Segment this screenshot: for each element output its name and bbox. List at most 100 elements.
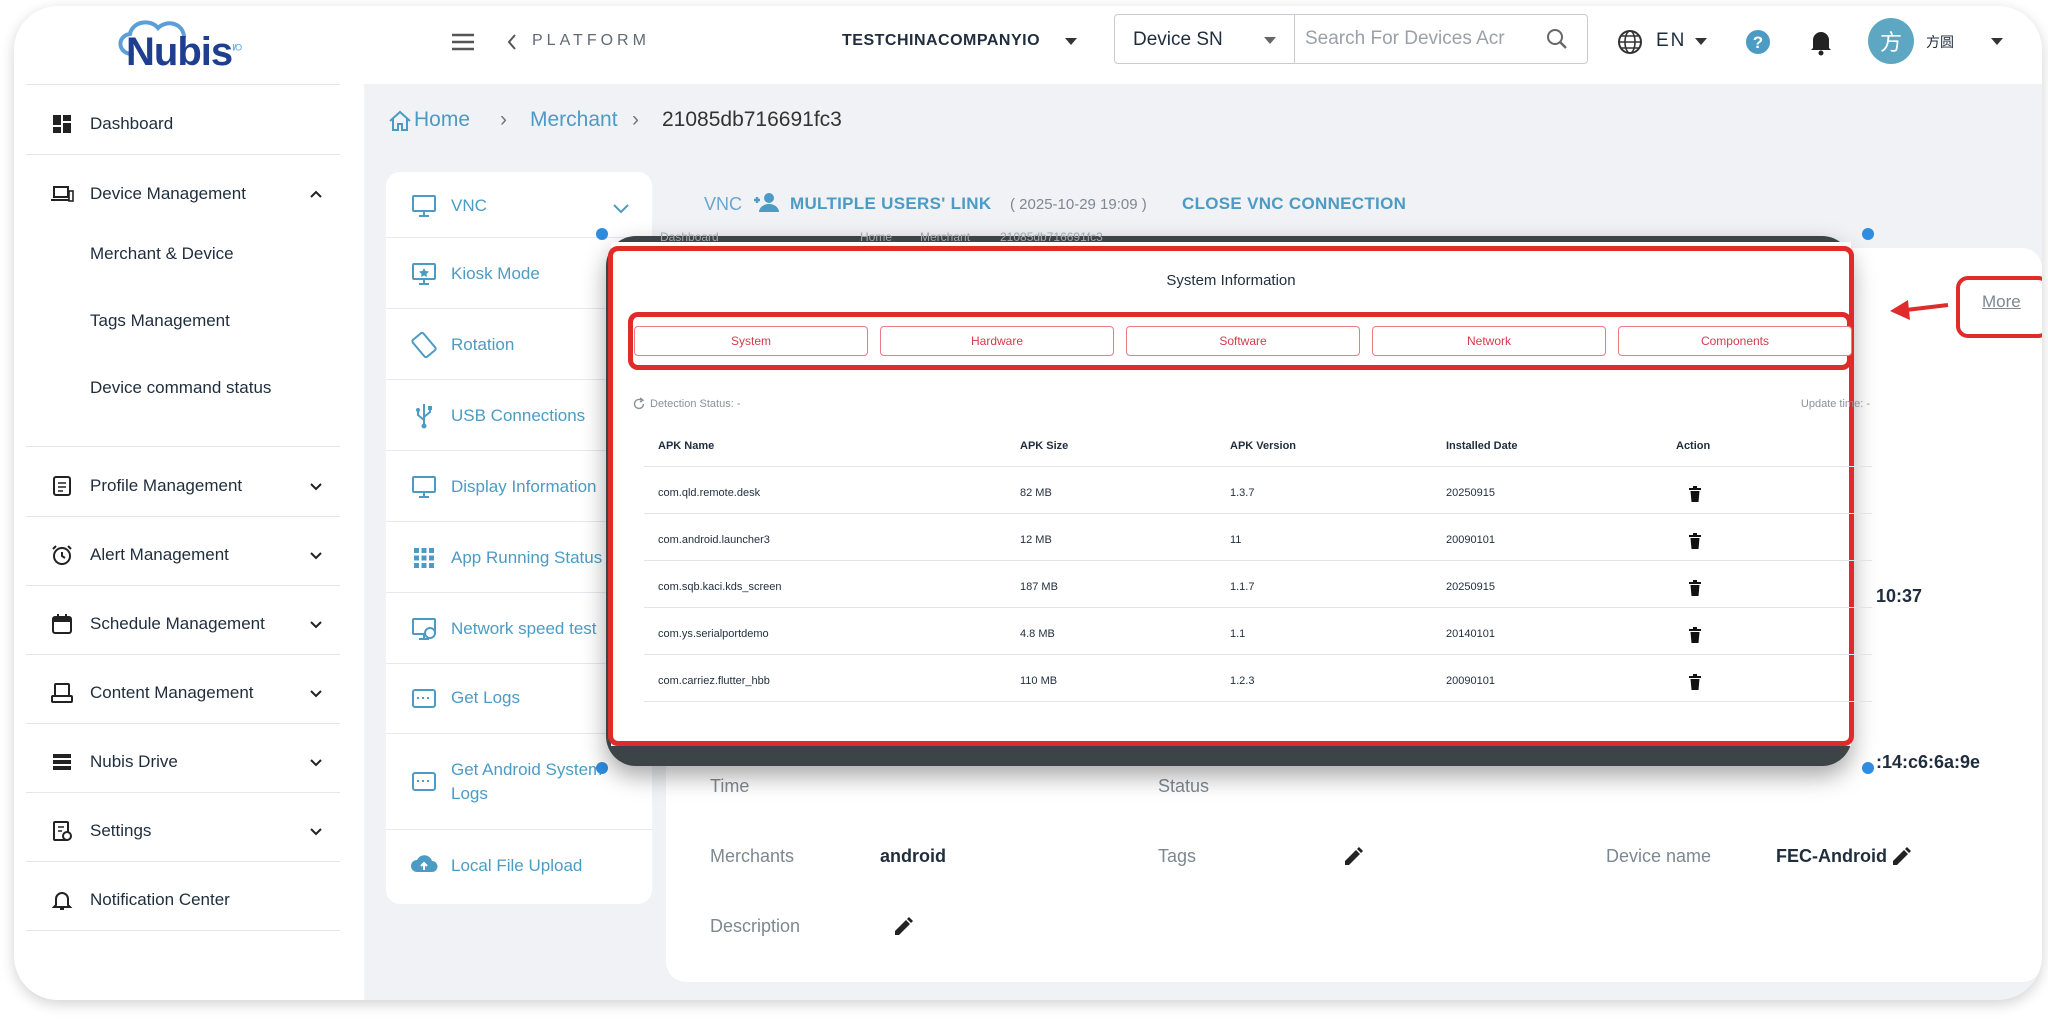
sidebar-subitem-device-command-status[interactable]: Device command status bbox=[90, 378, 271, 398]
avatar[interactable]: 方 bbox=[1868, 18, 1914, 64]
resize-handle[interactable] bbox=[1862, 762, 1874, 774]
menu-item-label: VNC bbox=[451, 196, 487, 215]
chevron-down-icon[interactable] bbox=[306, 476, 326, 496]
apk-version-cell: 1.1.7 bbox=[1230, 581, 1255, 593]
refresh-icon[interactable] bbox=[632, 397, 646, 411]
device-name-label: Device name bbox=[1606, 846, 1712, 866]
apk-size-cell: 187 MB bbox=[1020, 581, 1058, 593]
description-label: Description bbox=[710, 916, 801, 936]
search-input[interactable] bbox=[1305, 23, 1535, 55]
company-selector[interactable]: TESTCHINACOMPANYIO bbox=[842, 32, 1040, 50]
tab-network[interactable]: Network bbox=[1372, 326, 1606, 356]
delete-icon[interactable] bbox=[1688, 627, 1702, 643]
column-header-apk-size: APK Size bbox=[1020, 440, 1069, 452]
device-search: Device SN bbox=[1114, 14, 1588, 64]
devices-icon bbox=[51, 186, 74, 202]
alarm-icon bbox=[52, 545, 72, 565]
device-name-value: FEC-Android bbox=[1776, 846, 1887, 866]
menu-item-label: Rotation bbox=[451, 335, 515, 354]
search-icon[interactable] bbox=[1545, 27, 1569, 51]
ghost-home: Home bbox=[860, 230, 893, 244]
sidebar-item-settings[interactable]: Settings bbox=[26, 809, 340, 853]
sidebar-subitem-merchant-device[interactable]: Merchant & Device bbox=[90, 244, 234, 264]
chevron-down-icon[interactable] bbox=[306, 752, 326, 772]
caret-down-icon[interactable] bbox=[1064, 36, 1078, 46]
language-selector[interactable]: EN bbox=[1656, 30, 1686, 52]
close-vnc-button[interactable]: CLOSE VNC CONNECTION bbox=[1182, 194, 1406, 214]
caret-down-icon bbox=[1264, 37, 1276, 44]
sidebar-item-schedule-management[interactable]: Schedule Management bbox=[26, 602, 340, 646]
ghost-merchant: Merchant bbox=[920, 230, 971, 244]
breadcrumb-home[interactable]: Home bbox=[414, 108, 470, 132]
apps-grid-icon bbox=[414, 548, 434, 568]
delete-icon[interactable] bbox=[1688, 533, 1702, 549]
divider bbox=[26, 654, 340, 655]
chevron-down-icon[interactable] bbox=[306, 545, 326, 565]
edit-device-name-icon[interactable] bbox=[1890, 846, 1912, 868]
sidebar-item-nubis-drive[interactable]: Nubis Drive bbox=[26, 740, 340, 784]
sidebar-subitem-tags-management[interactable]: Tags Management bbox=[90, 311, 230, 331]
tab-components[interactable]: Components bbox=[1618, 326, 1852, 356]
menu-item-local-file-upload[interactable]: Local File Upload bbox=[386, 830, 652, 902]
tab-hardware[interactable]: Hardware bbox=[880, 326, 1114, 356]
vnc-timestamp: ( 2025-10-29 19:09 ) bbox=[1010, 196, 1147, 213]
sidebar-item-dashboard[interactable]: Dashboard bbox=[26, 102, 340, 146]
divider bbox=[26, 154, 340, 155]
search-type-select[interactable]: Device SN bbox=[1115, 15, 1295, 63]
resize-handle[interactable] bbox=[596, 762, 608, 774]
apk-version-cell: 1.1 bbox=[1230, 628, 1246, 640]
table-divider bbox=[644, 466, 1872, 467]
apk-size-cell: 110 MB bbox=[1020, 675, 1058, 687]
divider bbox=[26, 723, 340, 724]
chevron-up-icon[interactable] bbox=[306, 184, 326, 204]
help-icon[interactable]: ? bbox=[1744, 28, 1772, 56]
chevron-down-icon[interactable] bbox=[306, 683, 326, 703]
profile-icon bbox=[53, 476, 71, 496]
breadcrumb-merchant[interactable]: Merchant bbox=[530, 108, 618, 132]
globe-icon[interactable] bbox=[1616, 28, 1644, 56]
calendar-icon bbox=[52, 614, 72, 634]
divider bbox=[26, 516, 340, 517]
multiple-users-icon[interactable] bbox=[750, 190, 782, 214]
edit-description-icon[interactable] bbox=[892, 916, 914, 938]
installed-date-cell: 20090101 bbox=[1446, 534, 1495, 546]
sidebar-item-notification-center[interactable]: Notification Center bbox=[26, 878, 340, 922]
resize-handle[interactable] bbox=[1862, 228, 1874, 240]
sidebar-item-profile-management[interactable]: Profile Management bbox=[26, 464, 340, 508]
apk-name-cell: com.ys.serialportdemo bbox=[658, 628, 769, 640]
home-icon[interactable] bbox=[388, 110, 412, 132]
apk-version-cell: 1.3.7 bbox=[1230, 487, 1255, 499]
delete-icon[interactable] bbox=[1688, 674, 1702, 690]
multiple-users-link[interactable]: MULTIPLE USERS' LINK bbox=[790, 194, 991, 214]
sidebar-item-device-management[interactable]: Device Management bbox=[26, 172, 340, 216]
mac-value-partial: :14:c6:6a:9e bbox=[1876, 752, 1981, 772]
installed-date-cell: 20090101 bbox=[1446, 675, 1495, 687]
arrow-left-icon bbox=[1890, 300, 1949, 320]
chevron-left-icon[interactable] bbox=[504, 32, 520, 52]
chevron-down-icon[interactable] bbox=[306, 821, 326, 841]
chevron-down-icon[interactable] bbox=[612, 202, 630, 216]
tab-system[interactable]: System bbox=[634, 326, 868, 356]
delete-icon[interactable] bbox=[1688, 486, 1702, 502]
menu-icon[interactable] bbox=[450, 32, 476, 52]
sidebar-item-label: Nubis Drive bbox=[90, 752, 178, 771]
divider bbox=[26, 861, 340, 862]
resize-handle[interactable] bbox=[596, 228, 608, 240]
delete-icon[interactable] bbox=[1688, 580, 1702, 596]
usb-icon bbox=[416, 404, 432, 429]
sidebar-item-content-management[interactable]: Content Management bbox=[26, 671, 340, 715]
username[interactable]: 方圆 bbox=[1926, 32, 1954, 52]
sidebar-item-alert-management[interactable]: Alert Management bbox=[26, 533, 340, 577]
menu-item-vnc[interactable]: VNC bbox=[386, 172, 652, 238]
sidebar: NubisI/O Dashboard Device Management Mer… bbox=[14, 6, 364, 1000]
caret-down-icon[interactable] bbox=[1694, 36, 1708, 46]
sidebar-item-label: Notification Center bbox=[90, 890, 230, 909]
menu-item-label: Display Information bbox=[451, 477, 597, 496]
more-link[interactable]: More bbox=[1982, 292, 2021, 312]
tab-software[interactable]: Software bbox=[1126, 326, 1360, 356]
chevron-down-icon[interactable] bbox=[306, 614, 326, 634]
edit-tags-icon[interactable] bbox=[1342, 846, 1364, 868]
notification-bell-icon[interactable] bbox=[1808, 28, 1834, 56]
platform-label[interactable]: PLATFORM bbox=[532, 32, 650, 50]
caret-down-icon[interactable] bbox=[1990, 36, 2004, 46]
